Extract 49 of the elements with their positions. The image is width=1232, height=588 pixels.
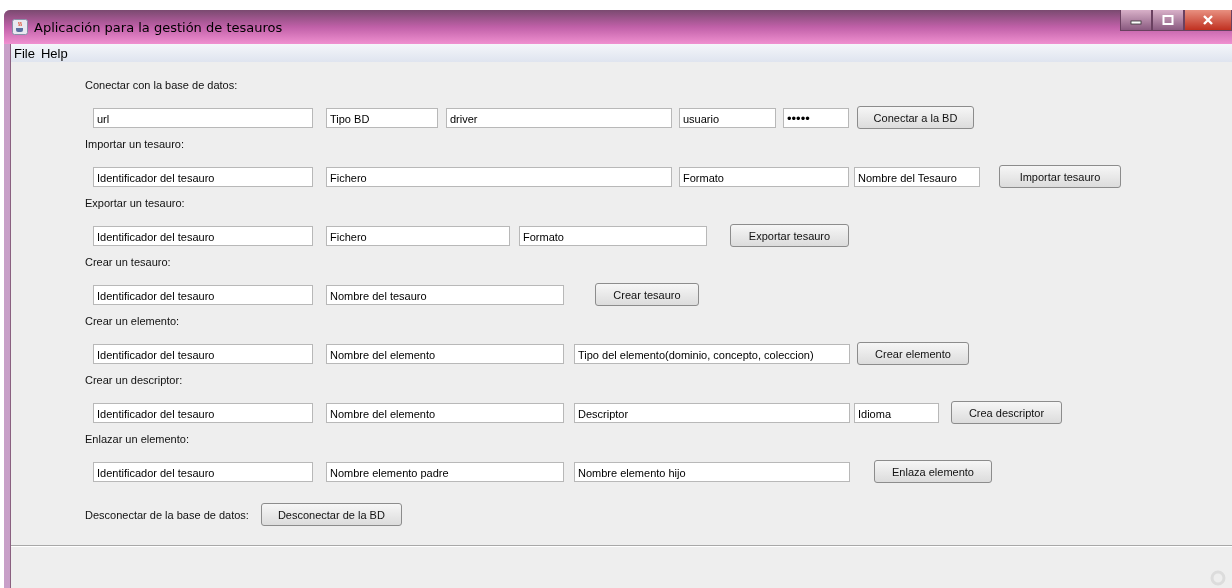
section-label: Desconectar de la base de datos: [85,507,249,523]
menu-item[interactable]: Help [40,45,68,61]
section-label: Crear un elemento: [85,314,181,329]
section-label: Conectar con la base de datos: [85,78,239,93]
input-field[interactable]: Identificador del tesauro [93,225,313,246]
section-label: Exportar un tesauro: [85,196,186,211]
input-field[interactable]: Nombre del tesauro [326,284,564,305]
input-field[interactable]: Identificador del tesauro [93,343,313,364]
close-button[interactable] [1184,10,1232,31]
input-field[interactable]: Identificador del tesauro [93,461,313,482]
input-field[interactable]: url [93,107,313,128]
input-field[interactable]: Idioma [854,402,939,423]
input-field[interactable]: Nombre elemento padre [326,461,564,482]
input-field[interactable]: Fichero [326,166,672,187]
input-field[interactable]: Descriptor [574,402,850,423]
input-field[interactable]: driver [446,107,672,128]
input-field[interactable]: Nombre del Tesauro [854,166,980,187]
input-field[interactable]: usuario [679,107,776,128]
maximize-icon [1162,15,1174,25]
password-field[interactable]: ••••• [783,107,849,128]
action-button[interactable]: Crear tesauro [595,283,699,306]
close-icon [1202,15,1214,25]
action-button[interactable]: Exportar tesauro [730,224,849,247]
input-field[interactable]: Nombre elemento hijo [574,461,850,482]
section-label: Importar un tesauro: [85,137,186,152]
menu-item[interactable]: File [14,45,35,61]
action-button[interactable]: Conectar a la BD [857,106,974,129]
action-button[interactable]: Crea descriptor [951,401,1062,424]
minimize-button[interactable] [1120,10,1152,31]
action-button[interactable]: Crear elemento [857,342,969,365]
input-field[interactable]: Nombre del elemento [326,343,564,364]
input-field[interactable]: Fichero [326,225,510,246]
section-label: Crear un descriptor: [85,373,184,388]
input-field[interactable]: Formato [519,225,707,246]
maximize-button[interactable] [1152,10,1184,31]
action-button[interactable]: Enlaza elemento [874,460,992,483]
window-title: Aplicación para la gestión de tesauros [34,19,283,35]
section-label: Enlazar un elemento: [85,432,190,447]
input-field[interactable]: Nombre del elemento [326,402,564,423]
input-field[interactable]: Identificador del tesauro [93,402,313,423]
disconnect-button[interactable]: Desconectar de la BD [260,503,402,526]
section-label: Crear un tesauro: [85,255,172,270]
input-field[interactable]: Formato [679,166,849,187]
action-button[interactable]: Importar tesauro [999,165,1121,188]
coffee-cup-icon [12,19,28,35]
input-field[interactable]: Identificador del tesauro [93,284,313,305]
input-field[interactable]: Tipo del elemento(dominio, concepto, coleccion) [574,343,850,364]
input-field[interactable]: Identificador del tesauro [93,166,313,187]
input-field[interactable]: Tipo BD [326,107,438,128]
